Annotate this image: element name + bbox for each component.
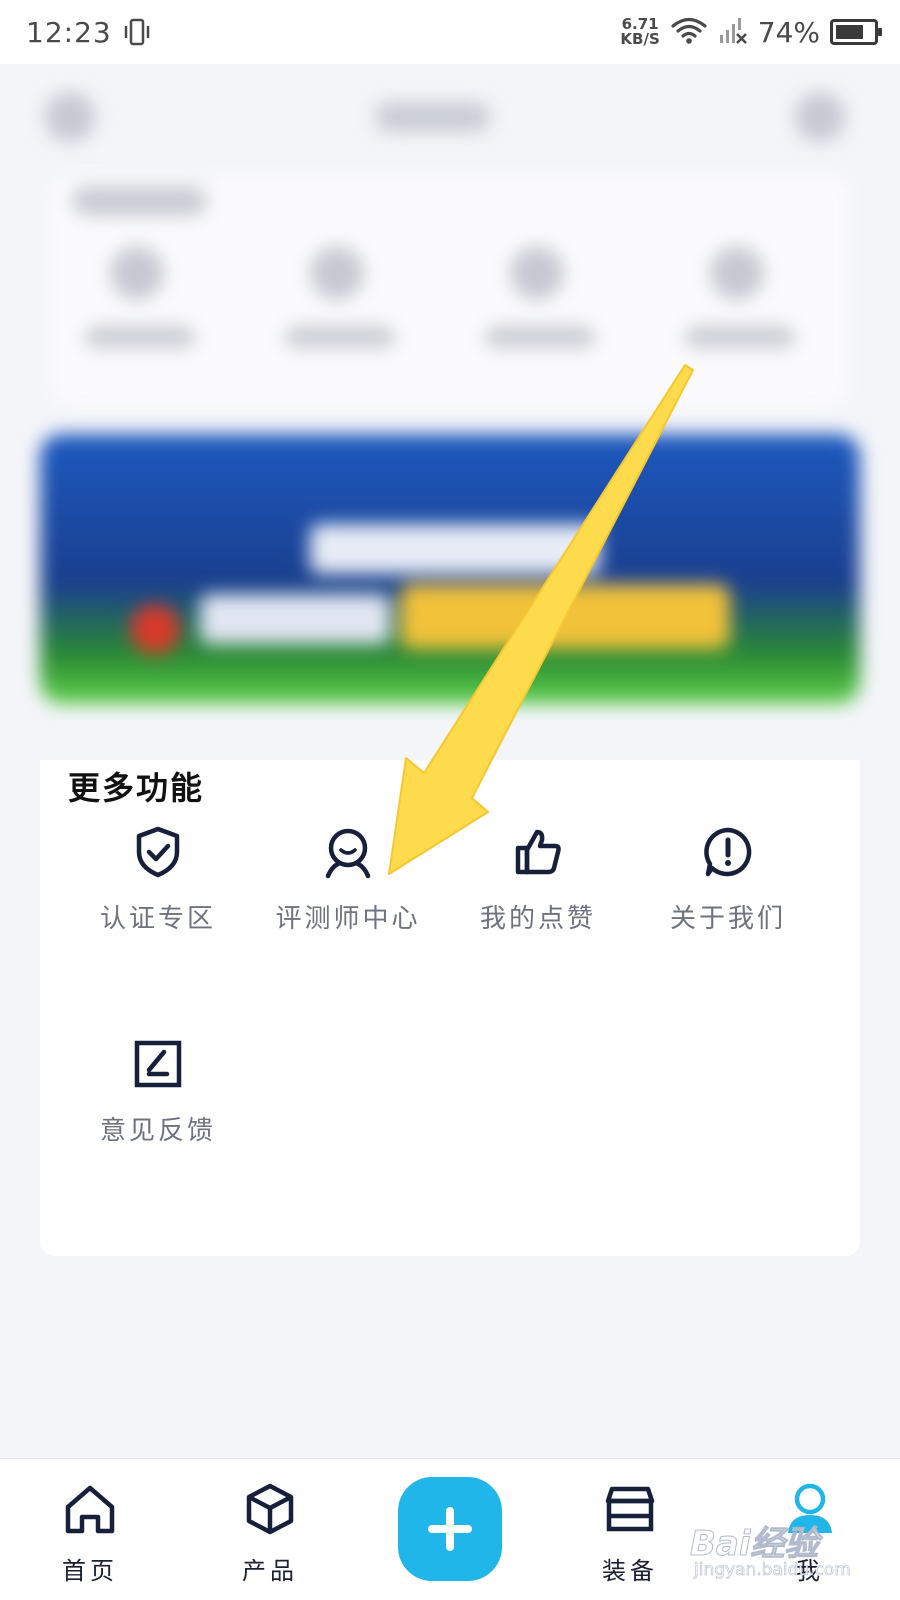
feature-label: 意见反馈	[99, 1116, 216, 1146]
equipment-box-icon	[605, 1486, 655, 1532]
battery-icon	[830, 19, 882, 45]
status-time: 12:23	[26, 15, 112, 49]
shield-check-icon	[58, 824, 258, 880]
network-speed: 6.71 KB/S	[620, 17, 659, 47]
blurred-shortcut-card	[50, 176, 850, 406]
home-icon	[65, 1485, 115, 1534]
blurred-page-title	[375, 102, 490, 132]
feature-my-likes[interactable]: 我的点赞	[438, 824, 638, 935]
blurred-banner	[40, 434, 860, 704]
nav-equipment[interactable]: 装备	[560, 1459, 700, 1600]
reviewer-avatar-icon	[248, 824, 448, 880]
feature-about-us[interactable]: 关于我们	[628, 824, 828, 935]
signal-no-sim-icon	[718, 15, 748, 49]
status-bar: 12:23 6.71 KB/S 74%	[0, 0, 900, 64]
status-indicators: 6.71 KB/S 74%	[620, 15, 882, 49]
nav-home[interactable]: 首页	[20, 1459, 160, 1600]
watermark-logo: Bai经验	[690, 1524, 820, 1565]
feature-feedback[interactable]: 意见反馈	[58, 1036, 258, 1147]
feature-label: 认证专区	[99, 904, 216, 934]
blurred-settings-icon	[795, 92, 845, 142]
battery-percent: 74%	[757, 15, 820, 49]
feature-label: 我的点赞	[479, 904, 596, 934]
more-functions-card: 更多功能 认证专区 评测师中心 我的点赞 关于我们 意见反馈	[40, 760, 860, 1256]
more-functions-title: 更多功能	[68, 769, 205, 807]
feature-label: 评测师中心	[275, 904, 421, 934]
publish-plus-button[interactable]	[398, 1477, 502, 1581]
feature-reviewer-center[interactable]: 评测师中心	[248, 824, 448, 935]
nav-label: 首页	[62, 1557, 118, 1585]
watermark-url: jingyan.baidu.com	[694, 1560, 851, 1581]
nav-products[interactable]: 产品	[200, 1459, 340, 1600]
info-exclamation-icon	[628, 824, 828, 880]
vibrate-icon	[124, 17, 149, 47]
battery-level	[836, 25, 863, 39]
network-speed-unit: KB/S	[620, 30, 660, 48]
nav-label: 装备	[602, 1557, 658, 1585]
blurred-content	[0, 64, 900, 764]
blurred-back-icon	[45, 92, 95, 142]
feedback-edit-icon	[58, 1036, 258, 1092]
baidu-jingyan-watermark: Bai经验 jingyan.baidu.com	[690, 1516, 890, 1586]
nav-label: 产品	[242, 1557, 298, 1585]
feature-label: 关于我们	[669, 904, 786, 934]
thumbs-up-icon	[438, 824, 638, 880]
box-icon	[246, 1483, 294, 1535]
feature-certification-zone[interactable]: 认证专区	[58, 824, 258, 935]
wifi-icon	[670, 15, 708, 49]
